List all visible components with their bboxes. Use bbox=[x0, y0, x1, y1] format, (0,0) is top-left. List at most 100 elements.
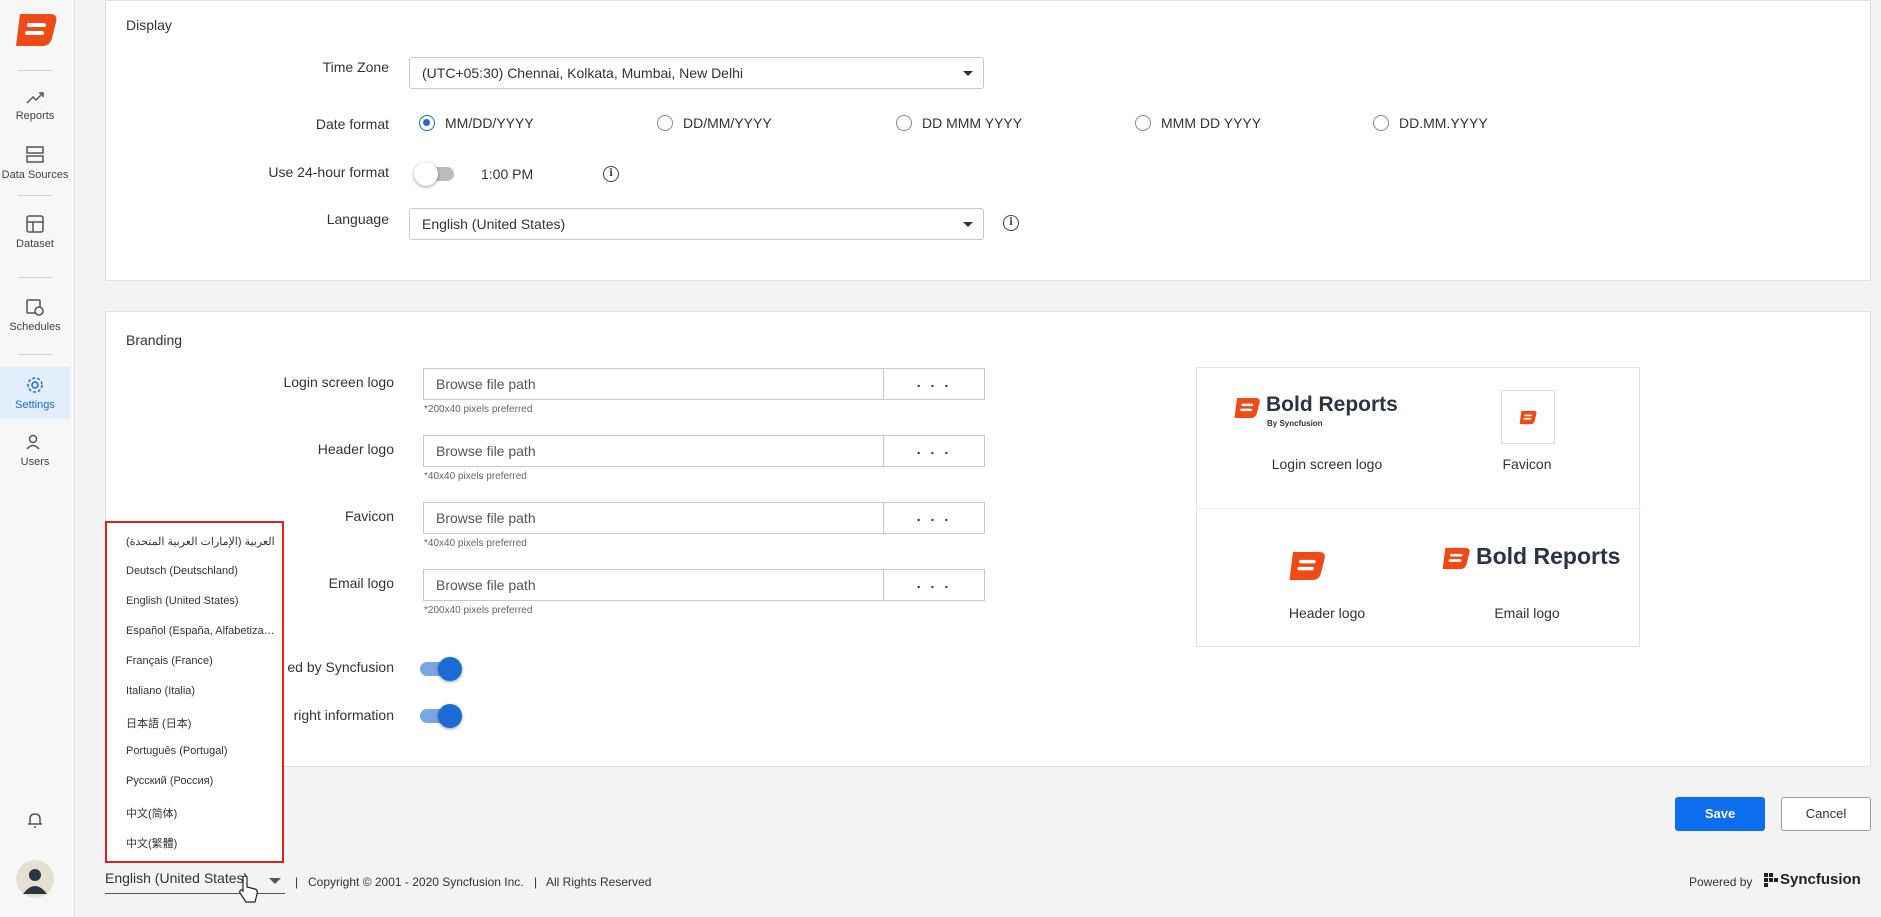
language-option[interactable]: Português (Portugal) bbox=[126, 745, 276, 757]
info-icon[interactable]: i bbox=[603, 166, 619, 182]
powered-by-label: ed by Syncfusion bbox=[287, 659, 394, 675]
language-option[interactable]: 中文(简体) bbox=[126, 805, 276, 821]
footer-copyright: Copyright © 2001 - 2020 Syncfusion Inc. bbox=[308, 875, 524, 889]
syncfusion-wordmark: Syncfusion bbox=[1780, 871, 1861, 888]
browse-path[interactable]: Browse file path bbox=[424, 570, 884, 600]
toggle-knob bbox=[438, 657, 462, 681]
footer-powered-by: Powered by bbox=[1689, 875, 1753, 889]
dataset-icon bbox=[26, 215, 44, 233]
section-title-display: Display bbox=[126, 17, 172, 33]
pointer-cursor-icon bbox=[239, 875, 258, 903]
server-icon bbox=[26, 146, 44, 163]
calendar-clock-icon bbox=[26, 299, 44, 316]
browse-path[interactable]: Browse file path bbox=[424, 436, 884, 466]
preview-favicon-label: Favicon bbox=[1502, 456, 1552, 472]
language-option[interactable]: Русский (Россия) bbox=[126, 775, 276, 787]
language-value: English (United States) bbox=[422, 216, 566, 232]
sidebar-item-label: Reports bbox=[15, 110, 55, 122]
sidebar-item-label: Data Sources bbox=[1, 169, 69, 181]
sidebar-item-data-sources[interactable]: Data Sources bbox=[0, 145, 70, 181]
radio-icon bbox=[1373, 115, 1389, 131]
date-format-label: Date format bbox=[315, 116, 389, 132]
browse-button[interactable]: . . . bbox=[884, 436, 984, 466]
nav-separator bbox=[18, 70, 52, 71]
save-button[interactable]: Save bbox=[1675, 797, 1765, 831]
sidebar-item-schedules[interactable]: Schedules bbox=[0, 297, 70, 333]
language-option[interactable]: العربية (الإمارات العربية المتحدة) bbox=[126, 535, 276, 548]
browse-button[interactable]: . . . bbox=[884, 503, 984, 533]
login-logo-label: Login screen logo bbox=[283, 374, 394, 390]
nav-separator bbox=[18, 354, 52, 355]
use24-toggle[interactable] bbox=[414, 161, 458, 186]
language-option[interactable]: Français (France) bbox=[126, 655, 276, 667]
browse-path[interactable]: Browse file path bbox=[424, 503, 884, 533]
info-icon[interactable]: i bbox=[1003, 215, 1019, 231]
language-label: Language bbox=[326, 211, 389, 227]
language-option[interactable]: Deutsch (Deutschland) bbox=[126, 565, 276, 577]
language-option[interactable]: English (United States) bbox=[126, 595, 276, 607]
bell-icon[interactable] bbox=[25, 810, 45, 830]
toggle-knob bbox=[438, 704, 462, 728]
brand-sub: By Syncfusion bbox=[1267, 419, 1323, 428]
sidebar-item-dataset[interactable]: Dataset bbox=[0, 214, 70, 250]
radio-label: DD MMM YYYY bbox=[922, 115, 1023, 131]
chevron-down-icon bbox=[963, 222, 973, 227]
timezone-label: Time Zone bbox=[322, 59, 389, 75]
cancel-button[interactable]: Cancel bbox=[1781, 797, 1871, 831]
users-icon bbox=[26, 434, 40, 450]
date-format-option-dd-mmm-yyyy[interactable]: DD MMM YYYY bbox=[896, 115, 1022, 131]
avatar[interactable] bbox=[16, 860, 54, 898]
timezone-select[interactable]: (UTC+05:30) Chennai, Kolkata, Mumbai, Ne… bbox=[409, 57, 984, 89]
footer-language-value: English (United States) bbox=[105, 870, 249, 886]
preview-header-label: Header logo bbox=[1288, 605, 1366, 621]
language-select[interactable]: English (United States) bbox=[409, 208, 984, 240]
copyright-toggle[interactable] bbox=[418, 703, 462, 728]
favicon-file-input[interactable]: Browse file path . . . bbox=[423, 502, 985, 534]
syncfusion-logo[interactable]: Syncfusion bbox=[1764, 871, 1874, 891]
login-logo-hint: *200x40 pixels preferred bbox=[424, 404, 533, 415]
radio-label: DD.MM.YYYY bbox=[1399, 115, 1488, 131]
favicon-hint: *40x40 pixels preferred bbox=[424, 538, 527, 549]
radio-selected-icon bbox=[419, 115, 435, 131]
sidebar-item-reports[interactable]: Reports bbox=[0, 90, 70, 122]
language-option[interactable]: 中文(繁體) bbox=[126, 835, 276, 851]
toggle-knob bbox=[414, 162, 438, 186]
email-logo-hint: *200x40 pixels preferred bbox=[424, 605, 533, 616]
header-logo-file-input[interactable]: Browse file path . . . bbox=[423, 435, 985, 467]
date-format-option-mmddyyyy[interactable]: MM/DD/YYYY bbox=[419, 115, 534, 131]
language-option[interactable]: 日本語 (日本) bbox=[126, 715, 276, 731]
date-format-option-mmm-dd-yyyy[interactable]: MMM DD YYYY bbox=[1135, 115, 1261, 131]
section-title-branding: Branding bbox=[126, 332, 183, 348]
favicon-preview bbox=[1501, 390, 1555, 444]
language-option[interactable]: Italiano (Italia) bbox=[126, 685, 276, 697]
sidebar-item-label: Schedules bbox=[9, 321, 61, 333]
nav-separator bbox=[18, 195, 52, 196]
login-logo-file-input[interactable]: Browse file path . . . bbox=[423, 368, 985, 400]
language-dropdown-popup: العربية (الإمارات العربية المتحدة) Deuts… bbox=[105, 521, 284, 863]
trend-up-icon bbox=[26, 92, 44, 104]
browse-button[interactable]: . . . bbox=[884, 570, 984, 600]
branding-preview: Bold Reports By Syncfusion Login screen … bbox=[1196, 367, 1641, 647]
sidebar-item-label: Dataset bbox=[16, 238, 54, 250]
powered-by-toggle[interactable] bbox=[418, 656, 462, 681]
radio-icon bbox=[657, 115, 673, 131]
email-logo-file-input[interactable]: Browse file path . . . bbox=[423, 569, 985, 601]
radio-icon bbox=[1135, 115, 1151, 131]
timezone-value: (UTC+05:30) Chennai, Kolkata, Mumbai, Ne… bbox=[422, 65, 743, 81]
bold-reports-logo[interactable] bbox=[12, 10, 60, 50]
date-format-option-ddmmyyyy[interactable]: DD/MM/YYYY bbox=[657, 115, 772, 131]
bold-reports-logo bbox=[1442, 547, 1470, 570]
sidebar-item-settings[interactable]: Settings bbox=[0, 367, 70, 419]
chevron-down-icon bbox=[963, 71, 973, 76]
browse-button[interactable]: . . . bbox=[884, 369, 984, 399]
language-option[interactable]: Español (España, Alfabetización internac… bbox=[126, 625, 276, 637]
sidebar-item-label: Settings bbox=[15, 399, 55, 411]
user-avatar-icon bbox=[23, 869, 47, 894]
date-format-option-dd-mm-yyyy-dot[interactable]: DD.MM.YYYY bbox=[1373, 115, 1488, 131]
sidebar-item-users[interactable]: Users bbox=[0, 432, 70, 468]
browse-path[interactable]: Browse file path bbox=[424, 369, 884, 399]
bold-reports-logo bbox=[1234, 398, 1260, 418]
sidebar-item-label: Users bbox=[20, 456, 50, 468]
brand-name: Bold Reports bbox=[1476, 543, 1621, 569]
sidebar: Reports Data Sources Dataset Schedules S… bbox=[0, 0, 75, 917]
